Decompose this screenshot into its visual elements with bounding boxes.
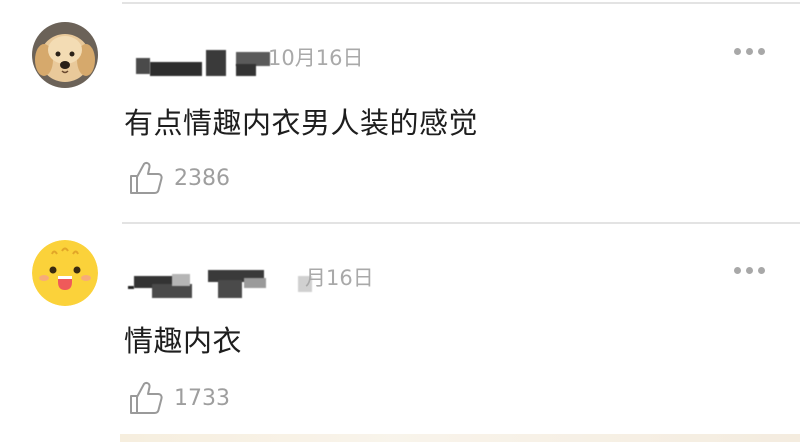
username-blurred[interactable] bbox=[126, 264, 312, 304]
like-count: 2386 bbox=[174, 166, 230, 191]
comment-divider bbox=[122, 222, 800, 224]
comment-text: 有点情趣内衣男人装的感觉 bbox=[124, 106, 479, 140]
like-button[interactable]: 1733 bbox=[128, 380, 248, 420]
more-dots-icon[interactable] bbox=[734, 48, 768, 56]
thumbs-up-icon bbox=[130, 162, 163, 194]
comment-text: 情趣内衣 bbox=[124, 324, 243, 358]
avatar[interactable] bbox=[32, 22, 98, 88]
comment-date: 10月16日 bbox=[268, 46, 364, 70]
like-count: 1733 bbox=[174, 386, 230, 411]
more-dots-icon[interactable] bbox=[734, 267, 768, 275]
dog-avatar-icon bbox=[32, 22, 98, 88]
avatar[interactable] bbox=[32, 240, 98, 306]
comment-date: 月16日 bbox=[305, 266, 374, 290]
next-item-edge bbox=[120, 434, 800, 442]
thumbs-up-icon bbox=[130, 382, 163, 414]
emoji-face-avatar-icon bbox=[32, 240, 98, 306]
top-divider bbox=[122, 2, 800, 4]
like-button[interactable]: 2386 bbox=[128, 160, 248, 200]
username-blurred[interactable] bbox=[130, 44, 270, 84]
